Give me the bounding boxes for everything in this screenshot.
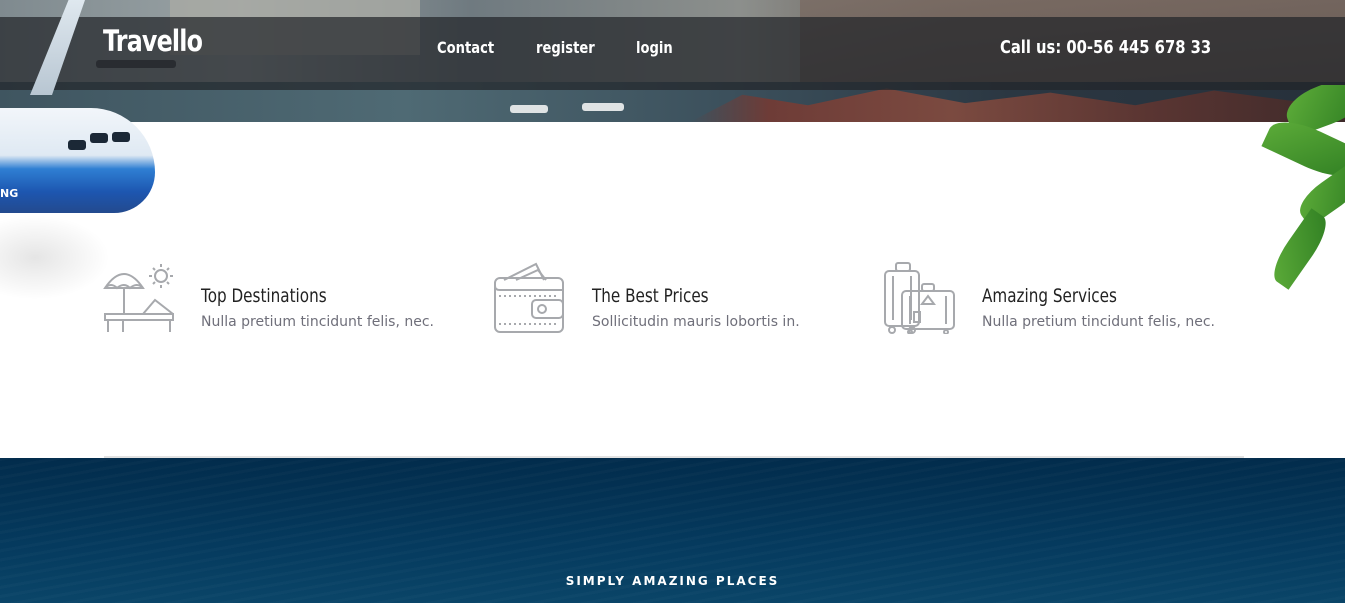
wallet-icon [494, 262, 566, 334]
feature-description: Nulla pretium tincidunt felis, nec. [982, 314, 1216, 330]
hero-boat [582, 103, 624, 111]
hero-banner [0, 0, 1345, 122]
section-kicker: SIMPLY AMAZING PLACES [565, 574, 780, 588]
feature-description: Nulla pretium tincidunt felis, nec. [201, 314, 435, 330]
airplane-window [90, 133, 108, 143]
airplane-window [68, 140, 86, 150]
beach-umbrella-icon [103, 262, 175, 334]
airplane-window [112, 132, 130, 142]
airplane-image [0, 108, 155, 213]
nav-contact[interactable]: Contact [437, 38, 494, 57]
airplane-shadow [0, 215, 110, 300]
luggage-icon [884, 262, 956, 335]
phone-number: Call us: 00-56 445 678 33 [1000, 37, 1212, 58]
feature-title: The Best Prices [592, 285, 709, 307]
feature-title: Amazing Services [982, 285, 1117, 307]
nav-login[interactable]: login [636, 38, 673, 57]
brand-logo[interactable]: Travello [103, 24, 203, 58]
feature-title: Top Destinations [201, 285, 327, 307]
hero-boat [510, 105, 548, 113]
feature-best-prices: The Best Prices Sollicitudin mauris lobo… [494, 262, 824, 337]
palm-tree-image [1255, 85, 1345, 325]
feature-description: Sollicitudin mauris lobortis in. [592, 314, 800, 330]
airplane-livery-text: NG [0, 187, 19, 200]
feature-amazing-services: Amazing Services Nulla pretium tincidunt… [884, 262, 1216, 337]
nav-register[interactable]: register [536, 38, 595, 57]
feature-top-destinations: Top Destinations Nulla pretium tincidunt… [103, 262, 435, 337]
